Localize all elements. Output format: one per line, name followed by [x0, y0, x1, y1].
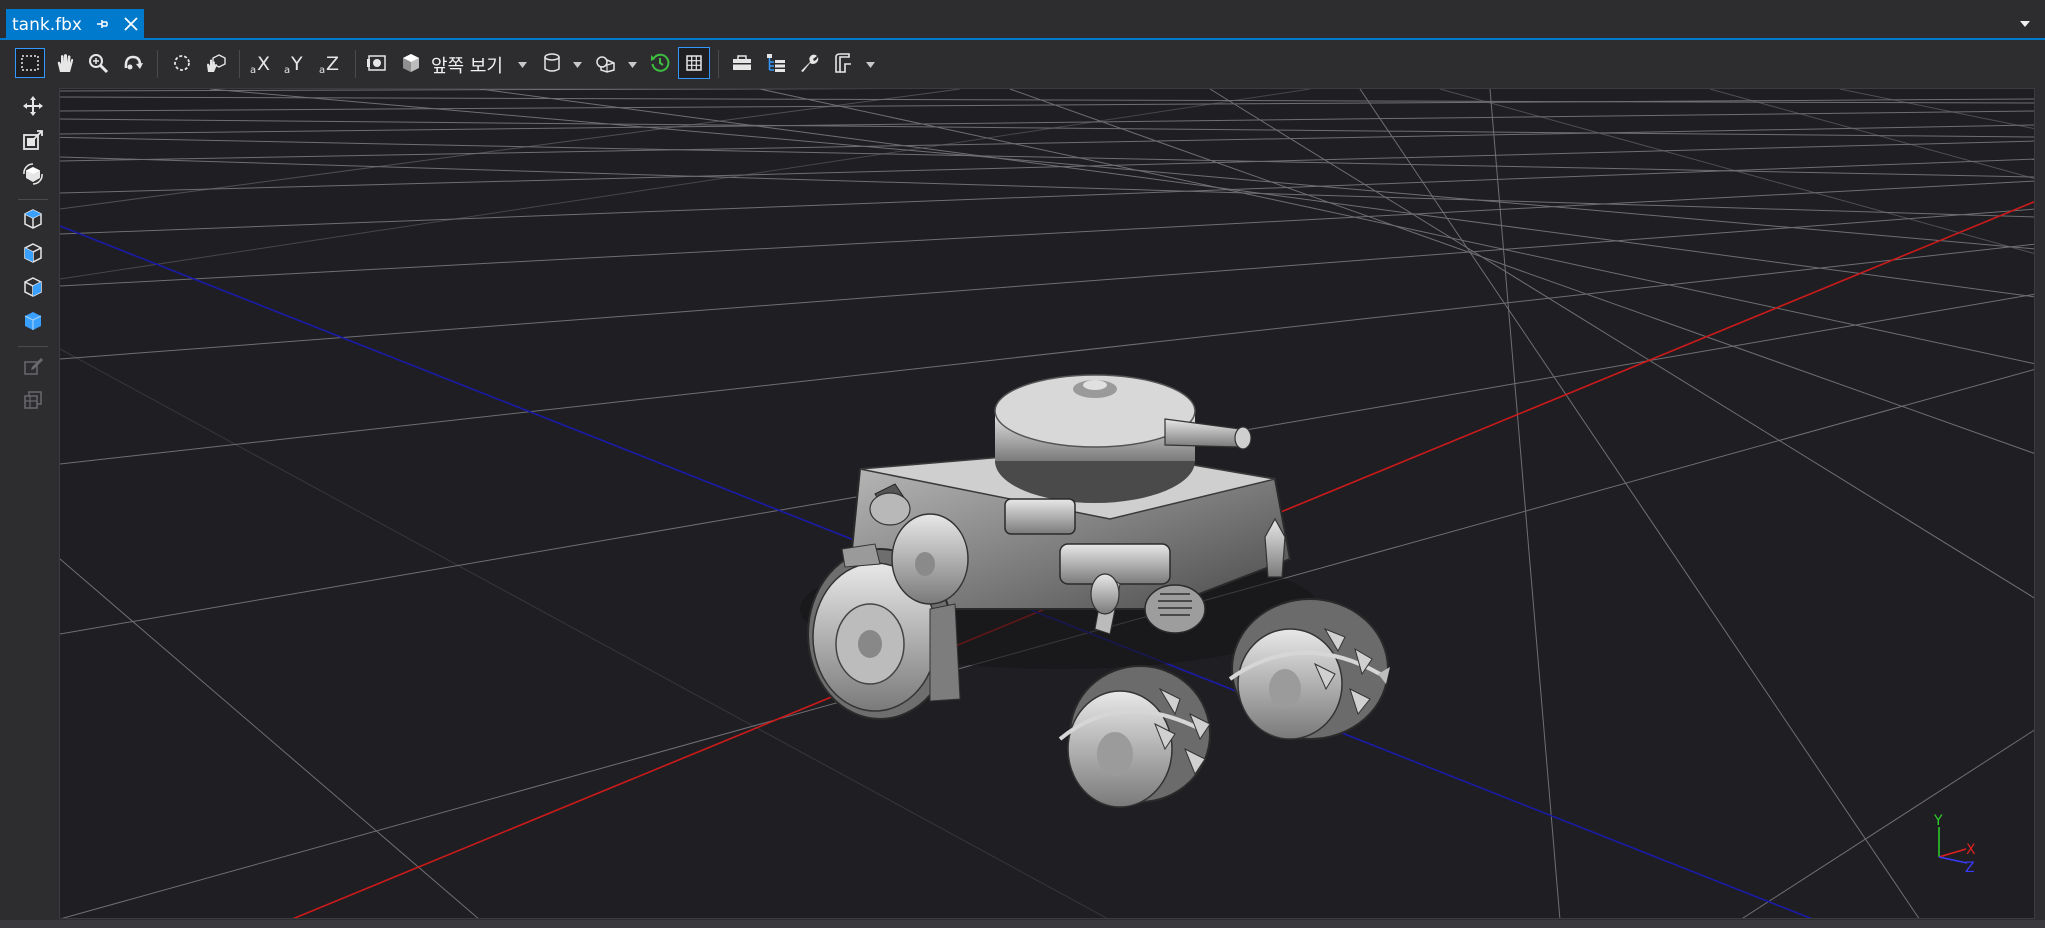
pan-button[interactable]: [50, 48, 80, 78]
left-toolbar-separator: [18, 199, 48, 200]
3d-viewport[interactable]: Y X Z: [59, 88, 2035, 919]
frame-camera-icon: [367, 55, 386, 71]
left-toolbar-separator: [18, 346, 48, 347]
gizmo-x-label: X: [1966, 842, 1976, 858]
scale-button[interactable]: [18, 125, 48, 155]
svg-text:Y: Y: [290, 53, 303, 75]
grid-toggle-button[interactable]: [678, 47, 710, 79]
add-cone-button[interactable]: [18, 272, 48, 302]
tab-overflow-chevron-down-icon[interactable]: [2019, 20, 2031, 28]
svg-text:X: X: [257, 53, 270, 75]
select-rect-icon: [21, 55, 39, 71]
scale-z-icon: a Z: [319, 53, 339, 75]
zoom-icon: [89, 54, 109, 74]
group-button[interactable]: [18, 385, 48, 415]
pan-object-button[interactable]: [202, 48, 232, 78]
draw-mode-chevron-down-icon[interactable]: [573, 62, 582, 68]
scale-icon: [23, 130, 43, 150]
grid-toggle-icon: [686, 55, 702, 71]
add-cylinder-button[interactable]: [18, 238, 48, 268]
pan-hand-cube-icon: [207, 54, 226, 72]
viewport-bottom-border: [0, 920, 2045, 928]
toolbar-separator: [355, 50, 356, 78]
orientation-gizmo: Y X Z: [1933, 813, 1976, 876]
rotate-icon: [23, 163, 43, 185]
gizmo-z-label: Z: [1965, 860, 1975, 876]
frame-camera-button[interactable]: [362, 48, 392, 78]
orbit-button[interactable]: [118, 48, 148, 78]
lighting-chevron-down-icon[interactable]: [628, 62, 637, 68]
draw-mode-button[interactable]: [537, 48, 567, 78]
lasso-select-icon: [174, 55, 190, 71]
toolbox-button[interactable]: [727, 48, 757, 78]
scale-x-icon: a X: [250, 53, 270, 75]
draw-mode-icon: [544, 53, 560, 72]
toolbar-separator: [157, 50, 158, 78]
pin-icon[interactable]: [94, 16, 110, 32]
document-tab-title: tank.fbx: [12, 14, 82, 35]
add-sphere-icon: [24, 312, 42, 330]
realtime-refresh-button[interactable]: [645, 48, 675, 78]
add-sphere-button[interactable]: [18, 306, 48, 336]
pan-hand-icon: [57, 54, 74, 72]
tank-model: [800, 374, 1390, 808]
scale-y-button[interactable]: a Y: [280, 48, 310, 78]
toolbar-separator: [239, 50, 240, 78]
more-options-chevron-down-icon[interactable]: [866, 62, 875, 68]
add-cone-icon: [24, 277, 42, 297]
zoom-button[interactable]: [83, 48, 113, 78]
model-editor-window: tank.fbx a X a Y a Z 앞쪽 보기 Y X Z: [0, 0, 2045, 928]
add-cube-button[interactable]: [18, 204, 48, 234]
scale-z-button[interactable]: a Z: [315, 48, 345, 78]
select-rect-button[interactable]: [15, 48, 45, 78]
toolbox-icon: [733, 55, 751, 70]
edit-button[interactable]: [18, 351, 48, 381]
group-disabled-icon: [24, 391, 42, 409]
more-options-icon: [835, 53, 851, 73]
view-cube-button[interactable]: [396, 48, 426, 78]
lasso-select-button[interactable]: [167, 48, 197, 78]
orbit-icon: [124, 55, 143, 70]
document-tab-strip: tank.fbx: [0, 0, 2045, 40]
properties-button[interactable]: [794, 48, 824, 78]
view-cube-icon: [403, 54, 419, 72]
svg-text:a: a: [284, 65, 290, 75]
move-button[interactable]: [18, 91, 48, 121]
svg-text:Z: Z: [326, 53, 339, 75]
add-cube-icon: [24, 209, 42, 229]
add-cylinder-icon: [24, 243, 42, 263]
document-tab[interactable]: tank.fbx: [6, 9, 144, 40]
svg-text:a: a: [250, 65, 256, 75]
svg-text:a: a: [319, 65, 325, 75]
lighting-button[interactable]: [591, 48, 621, 78]
scale-y-icon: a Y: [284, 53, 303, 75]
scene-graph-icon: [767, 54, 785, 72]
more-options-button[interactable]: [828, 48, 858, 78]
transform-toolbar: [0, 88, 58, 923]
move-icon: [23, 96, 43, 116]
designer-toolbar: a X a Y a Z 앞쪽 보기: [0, 40, 2045, 88]
toolbar-separator: [718, 50, 719, 78]
gizmo-y-label: Y: [1933, 813, 1943, 829]
scale-x-button[interactable]: a X: [246, 48, 276, 78]
viewport-scene: Y X Z: [60, 89, 2034, 918]
realtime-refresh-icon: [651, 53, 670, 72]
scene-graph-button[interactable]: [761, 48, 791, 78]
close-icon[interactable]: [122, 15, 140, 33]
rotate-button[interactable]: [18, 159, 48, 189]
view-selector-label[interactable]: 앞쪽 보기: [431, 52, 503, 78]
view-selector-chevron-down-icon[interactable]: [518, 62, 527, 68]
wrench-icon: [801, 54, 819, 72]
edit-disabled-icon: [24, 358, 43, 375]
lighting-icon: [596, 56, 615, 73]
